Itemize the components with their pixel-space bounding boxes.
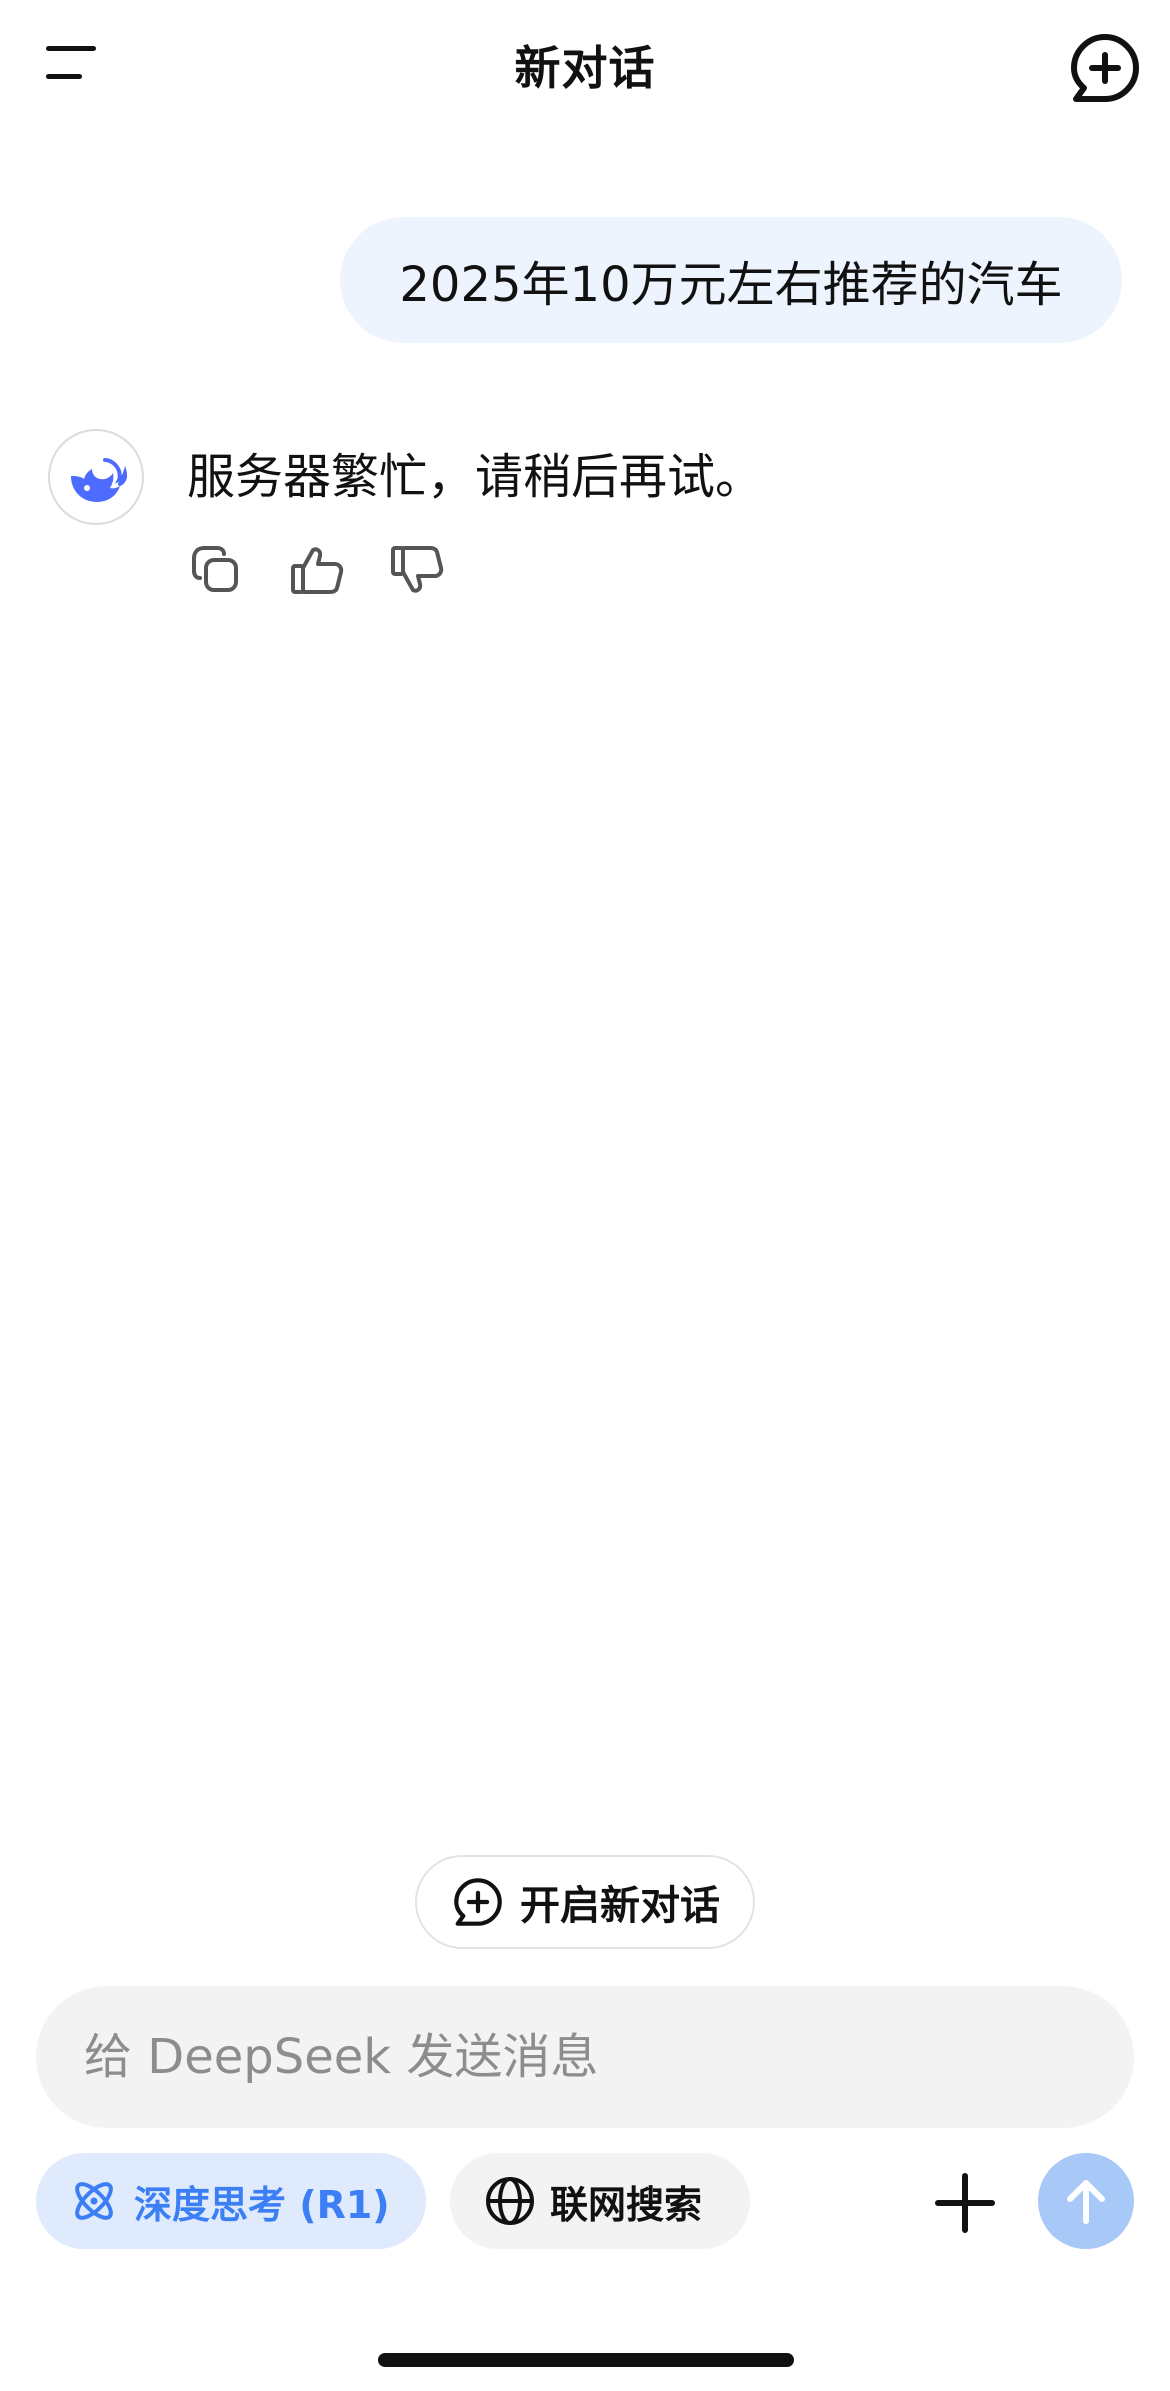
send-button[interactable] — [1038, 2153, 1134, 2249]
plus-icon — [935, 2173, 995, 2233]
start-new-chat-button[interactable]: 开启新对话 — [415, 1855, 755, 1949]
arrow-up-icon — [1067, 2180, 1105, 2224]
dislike-button[interactable] — [385, 538, 449, 602]
thumbs-down-icon — [391, 546, 444, 593]
new-chat-button[interactable] — [1065, 28, 1145, 108]
message-input[interactable] — [84, 1986, 1084, 2128]
home-indicator — [378, 2353, 794, 2367]
page-title: 新对话 — [514, 41, 656, 95]
thumbs-up-icon — [291, 547, 344, 594]
message-input-container — [36, 1986, 1134, 2128]
copy-icon — [192, 546, 238, 592]
globe-icon — [486, 2177, 534, 2225]
deep-think-toggle[interactable]: 深度思考 (R1) — [36, 2153, 426, 2249]
chat-plus-icon — [454, 1878, 502, 1926]
web-search-label: 联网搜索 — [550, 2182, 703, 2227]
start-new-chat-label: 开启新对话 — [520, 1883, 720, 1929]
web-search-toggle[interactable]: 联网搜索 — [450, 2153, 750, 2249]
chat-plus-icon — [1071, 34, 1139, 102]
chat-screen: 新对话 2025年10万元左右推荐的汽车 服务器繁忙，请稍后再试。 开启新对话 … — [0, 0, 1170, 2391]
copy-button[interactable] — [184, 538, 248, 602]
assistant-message: 服务器繁忙，请稍后再试。 — [187, 449, 764, 505]
top-bar: 新对话 — [0, 0, 1170, 130]
deepseek-whale-icon — [71, 458, 127, 502]
deep-think-label: 深度思考 (R1) — [134, 2182, 390, 2227]
atom-icon — [75, 2182, 113, 2220]
like-button[interactable] — [285, 538, 349, 602]
user-message: 2025年10万元左右推荐的汽车 — [340, 217, 1122, 343]
attach-button[interactable] — [930, 2168, 1000, 2238]
assistant-avatar — [48, 429, 144, 525]
